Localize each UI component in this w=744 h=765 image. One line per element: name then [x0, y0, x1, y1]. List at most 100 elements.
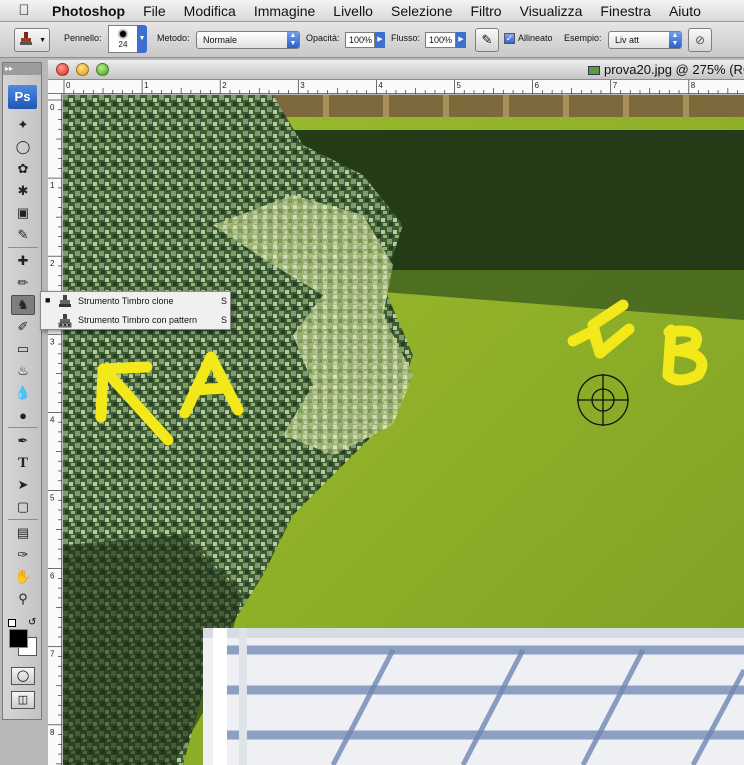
flow-label: Flusso: — [391, 33, 421, 43]
opacity-slider-arrow[interactable]: ▶ — [375, 32, 385, 48]
ruler-v-label: 6 — [50, 572, 55, 581]
toolbox: ▸▸ Ps ✦ ◯ ✿ ✱ ▣ ✎ ✚ ✏ ♞ ✐ ▭ ♨ 💧 ● ✒ T ➤ ▢ ▤ ✑ ✋ ⚲ ↺ ◯ ◫ — [2, 62, 42, 720]
healing-brush-tool-icon[interactable]: ✚ — [11, 251, 35, 271]
slice-tool-icon[interactable]: ✎ — [11, 225, 35, 245]
crop-tool-icon[interactable]: ▣ — [11, 203, 35, 223]
swap-colors-icon[interactable]: ↺ — [28, 617, 36, 628]
paint-bucket-tool-icon[interactable]: ♨ — [11, 361, 35, 381]
document-title-text: prova20.jpg @ 275% (RGB/8) — [604, 62, 744, 77]
toolbox-divider — [8, 519, 38, 520]
history-brush-tool-icon[interactable]: ✐ — [11, 317, 35, 337]
zoom-tool-icon[interactable]: ⚲ — [11, 589, 35, 609]
opacity-field[interactable]: 100% — [345, 32, 375, 48]
menu-file[interactable]: File — [143, 3, 166, 19]
brush-label: Pennello: — [64, 33, 102, 43]
photo-image — [63, 95, 744, 765]
menu-filtro[interactable]: Filtro — [470, 3, 501, 19]
menu-bar:  Photoshop File Modifica Immagine Livel… — [0, 0, 744, 22]
image-file-icon — [588, 66, 600, 76]
sample-select[interactable]: Liv att ▲ ▼ — [608, 31, 682, 49]
ruler-v-label: 8 — [50, 728, 55, 737]
quick-mask-button[interactable]: ◯ — [11, 667, 35, 685]
clone-stamp-icon — [59, 295, 71, 307]
ruler-h-label: 5 — [457, 81, 462, 90]
ignore-adjustment-layers-icon[interactable]: ⊘ — [688, 28, 712, 52]
flow-slider-arrow[interactable]: ▶ — [456, 32, 466, 48]
notes-tool-icon[interactable]: ▤ — [11, 523, 35, 543]
ruler-v-label: 7 — [50, 650, 55, 659]
flyout-item-clone-stamp[interactable]: ■ Strumento Timbro clone S — [41, 292, 230, 311]
eyedropper-tool-icon[interactable]: ✑ — [11, 545, 35, 565]
shape-tool-icon[interactable]: ▢ — [11, 497, 35, 517]
aligned-label: Allineato — [518, 33, 553, 43]
sample-value: Liv att — [615, 35, 640, 45]
menu-immagine[interactable]: Immagine — [254, 3, 315, 19]
brush-tip-icon — [120, 31, 126, 37]
ruler-h-label: 6 — [535, 81, 540, 90]
annotation-b: B — [63, 95, 64, 96]
zoom-window-button[interactable] — [96, 63, 109, 76]
type-tool-icon[interactable]: T — [11, 453, 35, 473]
ruler-h-label: 2 — [222, 81, 227, 90]
flyout-item-pattern-stamp[interactable]: Strumento Timbro con pattern S — [41, 311, 230, 330]
pen-tool-icon[interactable]: ✒ — [11, 431, 35, 451]
ruler-v-label: 0 — [50, 103, 55, 112]
menu-modifica[interactable]: Modifica — [184, 3, 236, 19]
horizontal-ruler[interactable]: 0 1 2 3 4 5 6 7 8 — [48, 80, 744, 94]
flyout-item-label: Strumento Timbro con pattern — [78, 315, 198, 325]
flyout-item-shortcut: S — [221, 296, 228, 306]
vertical-ruler[interactable]: 0 1 2 3 4 5 6 7 8 — [48, 94, 62, 765]
close-window-button[interactable] — [56, 63, 69, 76]
pattern-stamp-icon — [58, 314, 72, 328]
airbrush-toggle-icon[interactable]: ✎ — [475, 28, 499, 52]
ruler-h-label: 3 — [300, 81, 305, 90]
chevron-down-icon: ▼ — [39, 36, 46, 44]
selected-bullet-icon: ■ — [45, 295, 51, 305]
ruler-h-label: 1 — [144, 81, 149, 90]
flyout-item-label: Strumento Timbro clone — [78, 296, 174, 306]
mode-select[interactable]: Normale ▲ ▼ — [196, 31, 300, 49]
hand-tool-icon[interactable]: ✋ — [11, 567, 35, 587]
foreground-color-swatch[interactable] — [9, 629, 28, 648]
menu-aiuto[interactable]: Aiuto — [669, 3, 701, 19]
mode-label: Metodo: — [157, 33, 190, 43]
clone-stamp-tool-icon[interactable]: ♞ — [11, 295, 35, 315]
menu-visualizza[interactable]: Visualizza — [520, 3, 583, 19]
move-tool-icon[interactable]: ✦ — [11, 115, 35, 135]
apple-menu-icon[interactable]:  — [14, 2, 34, 19]
ruler-v-label: 5 — [50, 494, 55, 503]
menu-selezione[interactable]: Selezione — [391, 3, 453, 19]
screen-mode-button[interactable]: ◫ — [11, 691, 35, 709]
ruler-v-label: 1 — [50, 181, 55, 190]
brush-picker-arrow[interactable]: ▼ — [137, 25, 147, 53]
blur-tool-icon[interactable]: 💧 — [11, 383, 35, 403]
menu-photoshop[interactable]: Photoshop — [52, 3, 125, 19]
minimize-window-button[interactable] — [76, 63, 89, 76]
aligned-checkbox[interactable]: ✓ — [504, 33, 515, 44]
document-title: prova20.jpg @ 275% (RGB/8) — [588, 62, 744, 77]
magic-wand-tool-icon[interactable]: ✱ — [11, 181, 35, 201]
tool-preset-picker[interactable]: ▼ — [14, 28, 50, 52]
brush-tool-icon[interactable]: ✏ — [11, 273, 35, 293]
default-colors-icon[interactable] — [8, 619, 16, 627]
brush-picker[interactable]: 24 — [108, 25, 138, 53]
lasso-tool-icon[interactable]: ✿ — [11, 159, 35, 179]
ruler-v-label: 2 — [50, 259, 55, 268]
ps-logo[interactable]: Ps — [8, 85, 37, 109]
dodge-tool-icon[interactable]: ● — [11, 405, 35, 425]
eraser-tool-icon[interactable]: ▭ — [11, 339, 35, 359]
toolbox-divider — [8, 427, 38, 428]
clone-stamp-flyout-menu: ■ Strumento Timbro clone S Strumento Tim… — [40, 291, 231, 330]
menu-finestra[interactable]: Finestra — [600, 3, 651, 19]
flow-field[interactable]: 100% — [425, 32, 456, 48]
ruler-v-label: 3 — [50, 337, 55, 346]
marquee-tool-icon[interactable]: ◯ — [11, 137, 35, 157]
sample-label: Esempio: — [564, 33, 602, 43]
opacity-label: Opacità: — [306, 33, 340, 43]
path-selection-tool-icon[interactable]: ➤ — [11, 475, 35, 495]
menu-livello[interactable]: Livello — [333, 3, 373, 19]
toolbox-grip-icon[interactable]: ▸▸ — [3, 63, 41, 75]
toolbox-divider — [8, 247, 38, 248]
document-canvas[interactable]: A B — [63, 95, 744, 765]
document-title-bar: prova20.jpg @ 275% (RGB/8) — [48, 60, 744, 80]
